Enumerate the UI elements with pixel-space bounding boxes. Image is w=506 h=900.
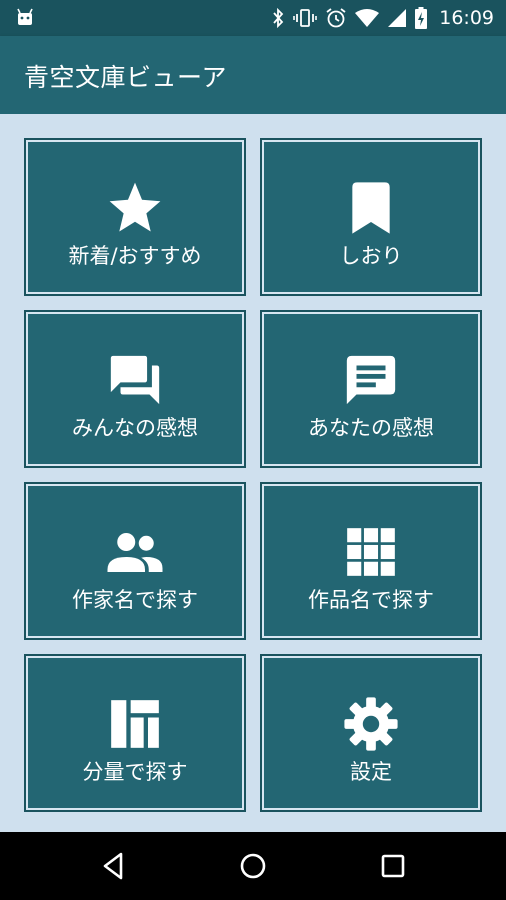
signal-icon bbox=[388, 9, 407, 27]
forum-icon bbox=[105, 350, 165, 410]
people-icon bbox=[105, 522, 165, 582]
tile-new-recommended[interactable]: 新着/おすすめ bbox=[24, 138, 246, 296]
tile-label: 新着/おすすめ bbox=[68, 244, 202, 268]
back-icon[interactable] bbox=[96, 849, 130, 883]
tile-label: しおり bbox=[339, 244, 403, 268]
menu-grid: 新着/おすすめ しおり みんなの感想 あなたの感想 作家名で探す 作品名で探す … bbox=[0, 114, 506, 832]
wifi-icon bbox=[355, 9, 380, 27]
home-icon[interactable] bbox=[236, 849, 270, 883]
gear-icon bbox=[341, 694, 401, 754]
tile-label: 分量で探す bbox=[82, 760, 188, 784]
tile-label: 作家名で探す bbox=[72, 588, 198, 612]
tile-everyone-reviews[interactable]: みんなの感想 bbox=[24, 310, 246, 468]
navigation-bar bbox=[0, 832, 506, 900]
alarm-icon bbox=[326, 8, 346, 28]
tile-label: みんなの感想 bbox=[72, 416, 198, 440]
status-time: 16:09 bbox=[439, 7, 494, 29]
tile-bookmarks[interactable]: しおり bbox=[260, 138, 482, 296]
tile-search-by-title[interactable]: 作品名で探す bbox=[260, 482, 482, 640]
android-icon bbox=[17, 8, 33, 25]
tile-search-by-author[interactable]: 作家名で探す bbox=[24, 482, 246, 640]
bookmark-icon bbox=[341, 178, 401, 238]
vibrate-icon bbox=[293, 9, 318, 27]
star-icon bbox=[105, 178, 165, 238]
tile-search-by-length[interactable]: 分量で探す bbox=[24, 654, 246, 812]
comment-icon bbox=[341, 350, 401, 410]
dashboard-icon bbox=[105, 694, 165, 754]
tile-label: 設定 bbox=[350, 760, 392, 784]
status-icons: 16:09 bbox=[271, 0, 494, 36]
bluetooth-icon bbox=[273, 7, 284, 29]
tile-label: 作品名で探す bbox=[308, 588, 434, 612]
tile-label: あなたの感想 bbox=[308, 416, 434, 440]
battery-charging-icon bbox=[415, 7, 428, 29]
status-bar: 16:09 bbox=[0, 0, 506, 36]
tile-settings[interactable]: 設定 bbox=[260, 654, 482, 812]
app-title: 青空文庫ビューア bbox=[24, 63, 228, 92]
recents-icon[interactable] bbox=[376, 849, 410, 883]
app-bar: 青空文庫ビューア bbox=[0, 36, 506, 114]
grid-icon bbox=[341, 522, 401, 582]
tile-your-reviews[interactable]: あなたの感想 bbox=[260, 310, 482, 468]
